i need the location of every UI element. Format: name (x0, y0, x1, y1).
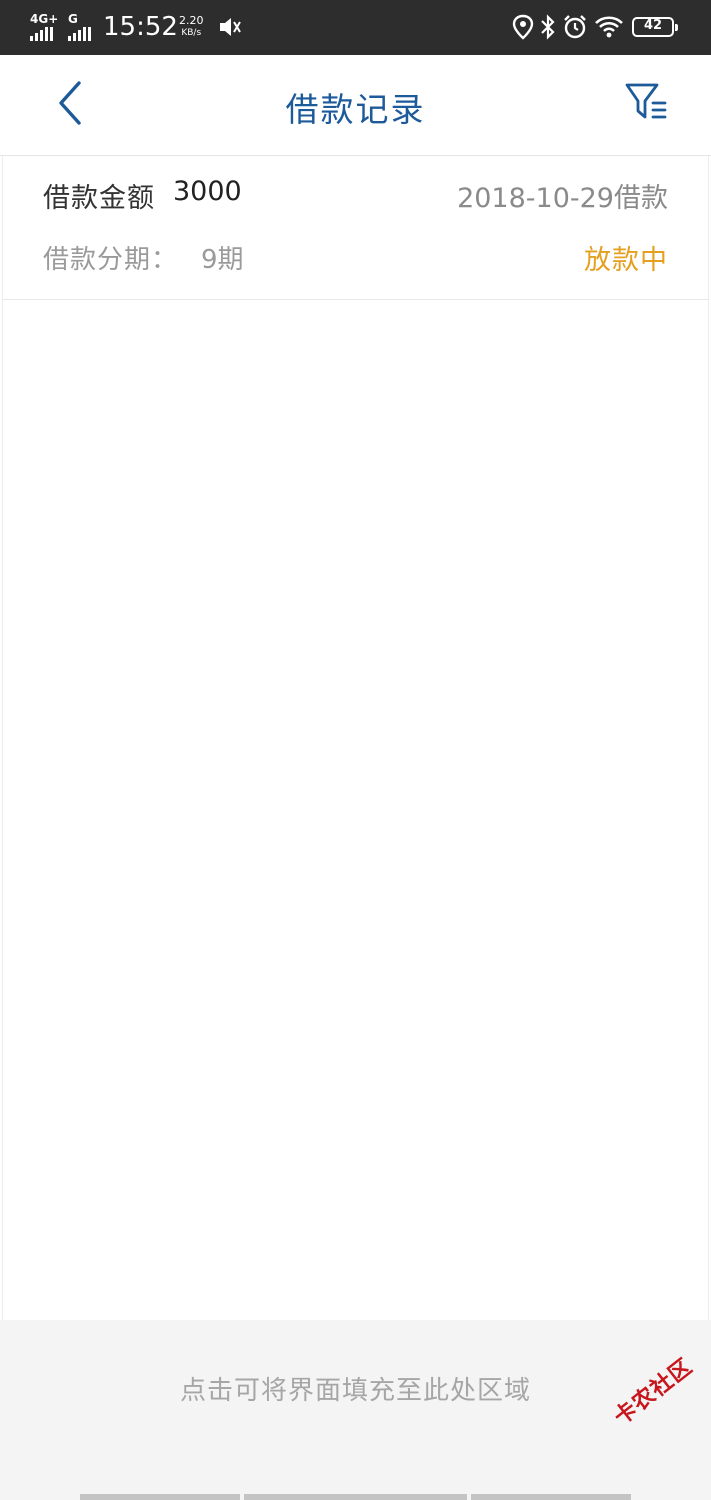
loan-record-card[interactable]: 借款金额 3000 2018-10-29借款 借款分期： 9期 放款中 (3, 156, 708, 300)
wifi-icon (595, 16, 623, 38)
filter-icon (625, 83, 667, 119)
mute-icon (220, 18, 241, 36)
network-type-primary: 4G+ (30, 12, 59, 26)
network-speed-unit: KB/s (181, 28, 202, 38)
loan-term-label: 借款分期： (43, 245, 179, 275)
signal-icon-secondary (68, 27, 91, 41)
network-speed-value: 2.20 (179, 14, 204, 27)
signal-icon (30, 27, 53, 41)
loan-amount-value: 3000 (173, 176, 242, 207)
nav-bar: 借款记录 (0, 55, 711, 156)
bluetooth-icon (541, 14, 555, 40)
bottom-strip (471, 1494, 631, 1500)
fill-screen-area[interactable]: 点击可将界面填充至此处区域 卡农社区 (0, 1320, 711, 1500)
alarm-icon (564, 15, 586, 39)
network-type-secondary: G (68, 12, 78, 26)
loan-term-value: 9期 (201, 245, 244, 275)
battery-icon: 42 (632, 17, 678, 37)
record-list: 借款金额 3000 2018-10-29借款 借款分期： 9期 放款中 (2, 156, 709, 1320)
fill-screen-hint: 点击可将界面填充至此处区域 (179, 1376, 531, 1406)
bottom-strip (244, 1494, 467, 1500)
loan-status-badge: 放款中 (584, 245, 668, 276)
page-title: 借款记录 (285, 90, 426, 129)
status-bar: 4G+ G 15:52 2.20 KB/s 42 (0, 0, 711, 55)
loan-amount-label: 借款金额 (43, 183, 155, 214)
bottom-strips (0, 1494, 711, 1500)
network-speed: 2.20 KB/s (179, 14, 204, 40)
loan-date: 2018-10-29借款 (457, 183, 668, 214)
location-icon (512, 14, 534, 40)
bottom-strip (80, 1494, 240, 1500)
battery-level: 42 (643, 18, 663, 33)
clock: 15:52 (103, 12, 178, 42)
filter-button[interactable] (618, 77, 678, 133)
